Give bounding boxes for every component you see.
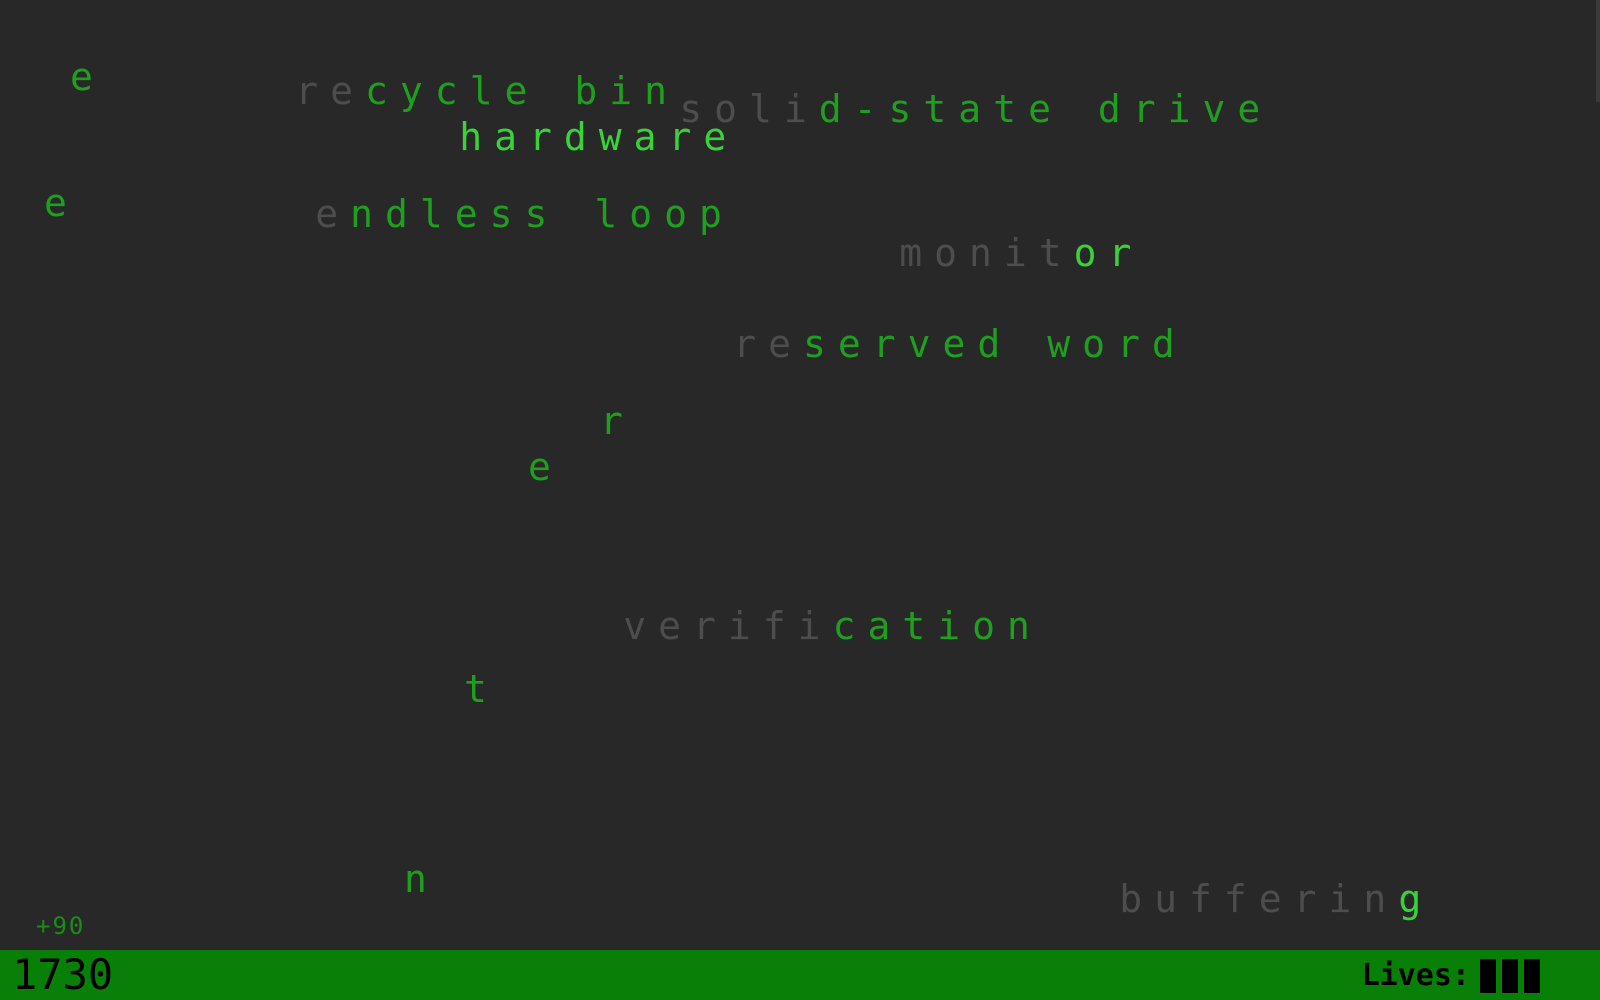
lives-indicator: Lives: [1362, 958, 1540, 994]
remaining-part: or [1073, 231, 1144, 275]
typed-part: monit [899, 231, 1074, 275]
life-block [1524, 959, 1540, 993]
falling-word: endless loop [106, 157, 734, 271]
remaining-part: d-state drive [818, 87, 1273, 131]
life-block [1502, 959, 1518, 993]
game-screen[interactable]: recycle bin hardware solid-state drive e… [0, 0, 1600, 1000]
score-value: 1730 [12, 950, 114, 999]
lives-blocks [1480, 959, 1540, 993]
falling-word: verification [414, 569, 1042, 683]
typed-part: re [733, 322, 804, 366]
stray-letter: r [600, 399, 623, 443]
remaining-part: ndless loop [350, 192, 734, 236]
lives-label: Lives: [1361, 958, 1470, 993]
status-bar: 1730 Lives: [0, 950, 1600, 1000]
life-block [1480, 959, 1496, 993]
playfield: recycle bin hardware solid-state drive e… [0, 0, 1600, 950]
stray-letter: e [528, 445, 551, 489]
typed-part: soli [679, 87, 819, 131]
stray-letter: e [70, 55, 93, 99]
remaining-part: g [1398, 877, 1434, 921]
remaining-part: served word [803, 322, 1187, 366]
typed-part: e [315, 192, 351, 236]
scrollbar[interactable] [1596, 0, 1600, 102]
falling-word: buffering [910, 842, 1433, 950]
remaining-part: cation [832, 604, 1042, 648]
stray-letter: t [464, 667, 487, 711]
points-popup: +90 [36, 912, 86, 940]
falling-word: solid-state drive [470, 52, 1272, 166]
typed-part: bufferin [1119, 877, 1399, 921]
stray-letter: e [44, 181, 67, 225]
typed-part: verifi [623, 604, 833, 648]
stray-letter: n [404, 857, 427, 901]
falling-word: reserved word [524, 287, 1187, 401]
